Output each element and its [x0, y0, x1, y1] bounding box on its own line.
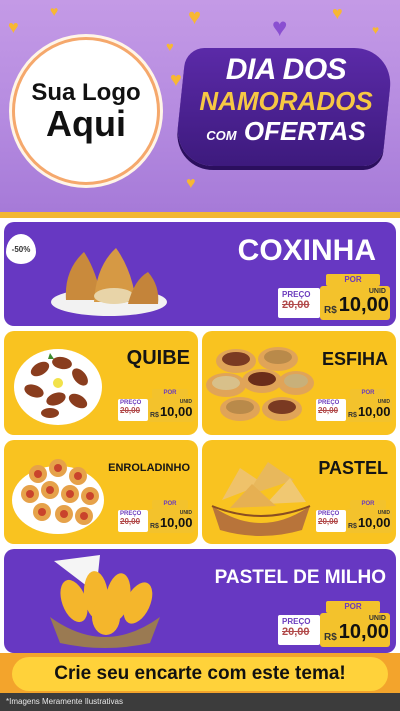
old-price: 20,00 — [282, 626, 310, 638]
product-card-quibe: QUIBE POR PREÇO 20,00 R$ 10,00 UNID — [4, 331, 198, 435]
price-old-box: PREÇO 20,00 — [118, 510, 148, 532]
price-old-box: PREÇO 20,00 — [118, 399, 148, 421]
price-value-box: R$ 10,00 UNID — [346, 398, 392, 422]
price-preco-label: PREÇO — [282, 290, 311, 299]
price-tag: POR PREÇO 20,00 R$ 10,00 UNID — [118, 500, 194, 534]
disclaimer-text: *Imagens Meramente Ilustrativas — [0, 693, 400, 711]
price-por-label: POR — [152, 500, 188, 509]
price-tag: POR PREÇO 20,00 R$ 10,00 UNID — [316, 389, 392, 423]
price-unit: UNID — [368, 615, 386, 622]
price-currency: R$ — [348, 523, 357, 530]
price-por-label: POR — [350, 389, 386, 398]
title-line1: DIA DOS — [225, 53, 347, 86]
price-currency: R$ — [348, 412, 357, 419]
header-banner: ♥ ♥ ♥ ♥ ♥ ♥ ♥ ♥ ♥ ♥ ♥ Sua Logo Aqui DIA … — [0, 0, 400, 212]
heart-icon: ♥ — [166, 39, 174, 54]
product-name: PASTEL — [318, 458, 388, 478]
price-old-box: PREÇO 20,00 — [278, 288, 320, 318]
pastel-de-milho-image — [50, 555, 160, 648]
price-old-box: PREÇO 20,00 — [316, 399, 346, 421]
heart-icon: ♥ — [186, 175, 196, 192]
price-value: 10,00 — [159, 404, 193, 419]
price-old-box: PREÇO 20,00 — [316, 510, 346, 532]
heart-icon: ♥ — [8, 17, 19, 37]
price-value-box: R$ 10,00 UNID — [148, 398, 194, 422]
title-line2: NAMORADOS — [199, 86, 373, 116]
price-value: 10,00 — [338, 294, 389, 316]
campaign-title-badge: DIA DOS NAMORADOS COM OFERTAS — [173, 40, 395, 170]
heart-icon: ♥ — [272, 12, 288, 42]
product-card-coxinha: COXINHA POR PREÇO 20,00 R$ 10,00 UNID — [4, 222, 396, 326]
quibe-image — [14, 349, 102, 425]
enroladinho-image — [12, 459, 104, 534]
product-name: COXINHA — [237, 234, 376, 267]
price-value-box: R$ 10,00 UNID — [320, 613, 390, 647]
header-divider — [0, 212, 400, 218]
price-value-box: R$ 10,00 UNID — [148, 509, 194, 533]
price-currency: R$ — [324, 305, 337, 316]
heart-icon: ♥ — [188, 4, 202, 29]
price-tag: POR PREÇO 20,00 R$ 10,00 UNID — [118, 389, 194, 423]
old-price: 20,00 — [282, 299, 310, 311]
price-unit: UNID — [377, 510, 390, 516]
price-value-box: R$ 10,00 UNID — [320, 286, 390, 320]
price-unit: UNID — [179, 399, 192, 405]
price-por-label: POR — [326, 274, 380, 286]
product-name: ESFIHA — [321, 349, 388, 369]
title-line3: COM OFERTAS — [188, 116, 384, 151]
product-card-esfiha: ESFIHA POR PREÇO 20,00 R$ 10,00 UNID — [202, 331, 396, 435]
price-value-box: R$ 10,00 UNID — [346, 509, 392, 533]
product-card-pastel-de-milho: PASTEL DE MILHO POR PREÇO 20,00 R$ 10,00… — [4, 549, 396, 653]
old-price: 20,00 — [120, 406, 141, 415]
discount-badge: -50% — [6, 234, 36, 264]
cta-banner[interactable]: Crie seu encarte com este tema! — [12, 657, 388, 691]
price-value: 10,00 — [159, 515, 193, 530]
price-value: 10,00 — [338, 621, 389, 643]
old-price: 20,00 — [318, 406, 339, 415]
title-ofertas: OFERTAS — [243, 116, 366, 146]
logo-text-line1: Sua Logo — [31, 78, 141, 106]
logo-placeholder: Sua Logo Aqui — [12, 37, 160, 185]
price-value: 10,00 — [357, 515, 391, 530]
esfiha-image — [206, 347, 314, 421]
price-tag: POR PREÇO 20,00 R$ 10,00 UNID — [278, 274, 390, 320]
price-preco-label: PREÇO — [282, 617, 311, 626]
price-tag: POR PREÇO 20,00 R$ 10,00 UNID — [316, 500, 392, 534]
price-value: 10,00 — [357, 404, 391, 419]
price-unit: UNID — [179, 510, 192, 516]
price-currency: R$ — [150, 523, 159, 530]
price-tag: POR PREÇO 20,00 R$ 10,00 UNID — [278, 601, 390, 647]
price-old-box: PREÇO 20,00 — [278, 615, 320, 645]
logo-text-line2: Aqui — [46, 102, 126, 144]
old-price: 20,00 — [120, 517, 141, 526]
pastel-image — [211, 462, 311, 536]
product-card-enroladinho: ENROLADINHO POR PREÇO 20,00 R$ 10,00 UNI… — [4, 440, 198, 544]
product-card-pastel: PASTEL POR PREÇO 20,00 R$ 10,00 UNID — [202, 440, 396, 544]
title-com: COM — [206, 128, 237, 143]
campaign-title: DIA DOS NAMORADOS COM OFERTAS — [188, 54, 384, 151]
coxinha-image — [51, 248, 167, 316]
price-unit: UNID — [368, 288, 386, 295]
heart-icon: ♥ — [332, 3, 343, 23]
heart-icon: ♥ — [50, 3, 59, 19]
price-por-label: POR — [152, 389, 188, 398]
product-name: PASTEL DE MILHO — [214, 567, 386, 588]
price-por-label: POR — [326, 601, 380, 613]
product-name: QUIBE — [126, 347, 190, 369]
product-name: ENROLADINHO — [108, 462, 190, 474]
price-unit: UNID — [377, 399, 390, 405]
heart-icon: ♥ — [372, 23, 380, 37]
price-currency: R$ — [150, 412, 159, 419]
old-price: 20,00 — [318, 517, 339, 526]
price-currency: R$ — [324, 632, 337, 643]
price-por-label: POR — [350, 500, 386, 509]
